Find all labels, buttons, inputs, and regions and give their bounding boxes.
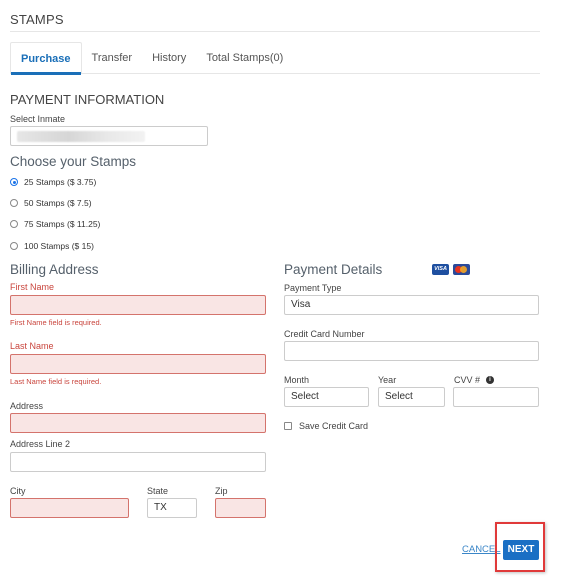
radio-button[interactable]: [10, 220, 18, 228]
state-input[interactable]: TX: [147, 498, 197, 518]
tab-total-stamps[interactable]: Total Stamps(0): [196, 42, 293, 74]
stamp-option-25[interactable]: 25 Stamps ($ 3.75): [10, 176, 96, 188]
mastercard-icon: [453, 264, 470, 275]
address-label: Address: [10, 401, 44, 411]
first-name-input[interactable]: [10, 295, 266, 315]
city-input[interactable]: [10, 498, 129, 518]
save-credit-card-option[interactable]: Save Credit Card: [284, 421, 368, 431]
tab-bar: Purchase Transfer History Total Stamps(0…: [10, 42, 540, 75]
page-title: STAMPS: [10, 12, 64, 27]
stamp-option-100[interactable]: 100 Stamps ($ 15): [10, 240, 94, 252]
radio-button[interactable]: [10, 199, 18, 207]
last-name-error: Last Name field is required.: [10, 377, 102, 386]
redacted-inmate-name: [17, 131, 145, 142]
last-name-label: Last Name: [10, 341, 54, 351]
credit-card-number-label: Credit Card Number: [284, 329, 365, 339]
stamp-option-75[interactable]: 75 Stamps ($ 11.25): [10, 218, 100, 230]
info-icon[interactable]: i: [486, 376, 495, 384]
month-select[interactable]: Select: [284, 387, 369, 407]
radio-button-selected[interactable]: [10, 178, 18, 186]
stamp-option-label: 25 Stamps ($ 3.75): [24, 177, 97, 187]
next-button[interactable]: NEXT: [503, 540, 539, 560]
title-divider: [10, 31, 540, 32]
cvv-label-group: CVV # i: [454, 375, 495, 385]
last-name-input[interactable]: [10, 354, 266, 374]
state-label: State: [147, 486, 169, 496]
tab-transfer[interactable]: Transfer: [82, 42, 143, 74]
billing-address-heading: Billing Address: [10, 262, 99, 277]
zip-label: Zip: [215, 486, 228, 496]
select-inmate-label: Select Inmate: [10, 114, 66, 124]
address-line-2-input[interactable]: [10, 452, 266, 472]
stamp-option-label: 50 Stamps ($ 7.5): [24, 198, 92, 208]
address-input[interactable]: [10, 413, 266, 433]
payment-type-label: Payment Type: [284, 283, 342, 293]
save-credit-card-checkbox[interactable]: [284, 422, 292, 430]
cvv-label: CVV #: [454, 375, 481, 385]
payment-information-heading: PAYMENT INFORMATION: [10, 92, 165, 107]
address-line-2-label: Address Line 2: [10, 439, 71, 449]
zip-input[interactable]: [215, 498, 266, 518]
payment-type-select[interactable]: Visa: [284, 295, 539, 315]
stamp-option-label: 75 Stamps ($ 11.25): [24, 219, 101, 229]
stamp-option-50[interactable]: 50 Stamps ($ 7.5): [10, 197, 92, 209]
visa-icon: VISA: [432, 264, 449, 275]
city-label: City: [10, 486, 26, 496]
card-icons: VISA: [432, 264, 470, 275]
credit-card-number-input[interactable]: [284, 341, 539, 361]
radio-button[interactable]: [10, 242, 18, 250]
select-inmate-input[interactable]: [10, 126, 208, 146]
year-select[interactable]: Select: [378, 387, 445, 407]
tab-history[interactable]: History: [142, 42, 196, 74]
first-name-error: First Name field is required.: [10, 318, 102, 327]
first-name-label: First Name: [10, 282, 55, 292]
cvv-input[interactable]: [453, 387, 539, 407]
stamp-option-label: 100 Stamps ($ 15): [24, 241, 94, 251]
year-label: Year: [378, 375, 397, 385]
tab-purchase[interactable]: Purchase: [10, 42, 82, 75]
month-label: Month: [284, 375, 310, 385]
choose-stamps-heading: Choose your Stamps: [10, 154, 137, 169]
payment-details-heading: Payment Details: [284, 262, 383, 277]
save-credit-card-label: Save Credit Card: [299, 421, 369, 431]
